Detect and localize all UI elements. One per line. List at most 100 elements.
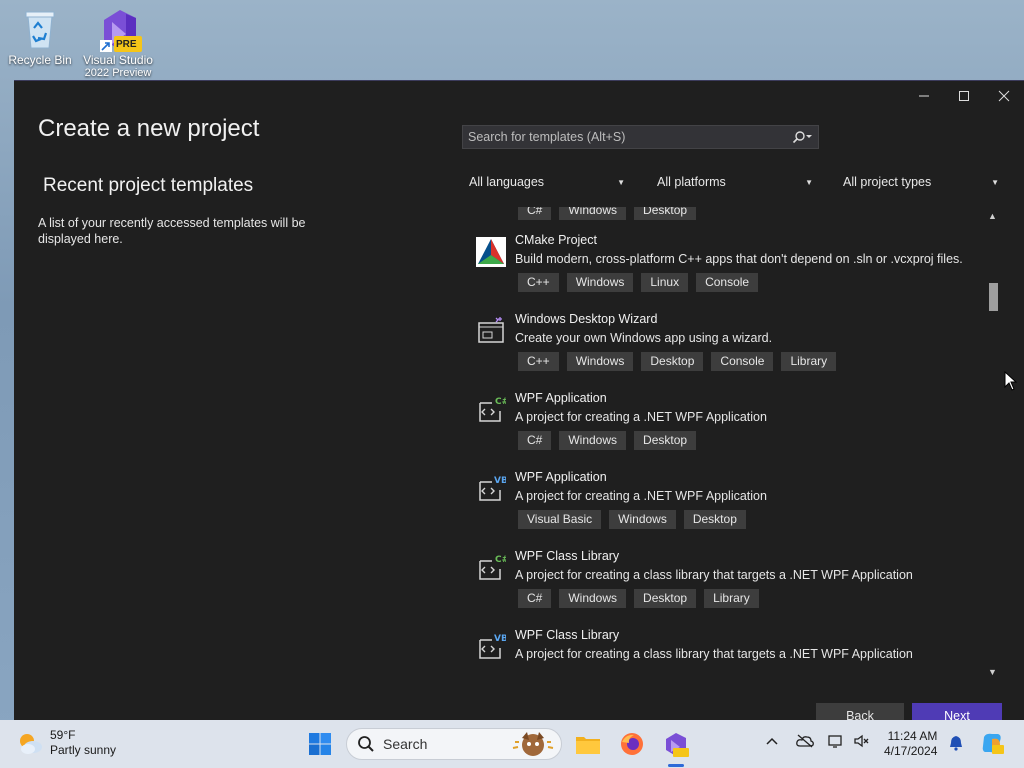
wpf-csharp-icon: C# <box>476 553 509 583</box>
mouse-cursor-icon <box>1004 371 1018 391</box>
system-clock[interactable]: 11:24 AM 4/17/2024 <box>884 729 937 759</box>
visual-studio-icon <box>666 733 689 757</box>
clock-date: 4/17/2024 <box>884 744 938 758</box>
cmake-icon <box>476 237 506 267</box>
notification-bell-icon[interactable] <box>948 735 964 754</box>
language-filter-value: All languages <box>469 175 545 189</box>
template-badge: VB <box>494 634 506 644</box>
onedrive-offline-icon[interactable] <box>796 734 814 751</box>
template-tags: C++ Windows Linux Console <box>518 273 759 292</box>
template-tag: Desktop <box>634 431 697 450</box>
recycle-bin-icon <box>20 6 60 50</box>
template-name: WPF Class Library <box>515 628 620 642</box>
template-tags: Visual Basic Windows Desktop <box>518 510 746 529</box>
template-item-wpf-class-library-csharp[interactable]: C# WPF Class Library A project for creat… <box>462 549 992 628</box>
start-button[interactable] <box>308 732 332 756</box>
language-filter-dropdown[interactable]: All languages ▼ <box>462 171 632 193</box>
template-tag: Linux <box>641 273 689 292</box>
template-item-windows-desktop-wizard[interactable]: Windows Desktop Wizard Create your own W… <box>462 312 992 391</box>
template-name: WPF Class Library <box>515 549 620 563</box>
volume-muted-icon[interactable] <box>854 734 870 751</box>
weather-widget[interactable]: 59°F Partly sunny <box>16 728 116 758</box>
taskbar-search-box[interactable]: Search <box>346 728 562 760</box>
template-tag: Console <box>711 352 774 371</box>
firefox-taskbar-button[interactable] <box>618 730 646 758</box>
chevron-up-icon[interactable] <box>766 734 778 749</box>
template-description: Build modern, cross-platform C++ apps th… <box>515 252 963 266</box>
recent-templates-heading: Recent project templates <box>43 175 254 196</box>
copilot-icon[interactable] <box>980 731 1004 758</box>
folder-icon <box>576 737 600 754</box>
template-list-scrollbar[interactable]: ▲ ▼ <box>984 209 1002 677</box>
visual-studio-label-2: 2022 Preview <box>84 67 152 79</box>
template-tag: Desktop <box>641 352 704 371</box>
page-title: Create a new project <box>38 115 260 142</box>
partly-sunny-icon <box>20 734 42 754</box>
recycle-bin-desktop-icon[interactable]: Recycle Bin <box>2 6 78 67</box>
chevron-down-icon: ▼ <box>991 177 999 187</box>
template-tag: Console <box>696 273 759 292</box>
windows-logo-icon <box>309 733 331 755</box>
visual-studio-desktop-icon[interactable]: PRE Visual Studio 2022 Preview <box>80 6 156 79</box>
minimize-icon <box>919 95 929 97</box>
template-tag: Library <box>781 352 837 371</box>
template-search-input[interactable] <box>463 130 788 144</box>
template-tag: C++ <box>518 352 559 371</box>
template-item-wpf-application-vb[interactable]: VB WPF Application A project for creatin… <box>462 470 992 549</box>
pre-badge: PRE <box>116 39 137 50</box>
template-tag: C++ <box>518 273 559 292</box>
template-description: A project for creating a .NET WPF Applic… <box>515 489 767 503</box>
network-icon[interactable] <box>828 734 844 751</box>
project-type-filter-dropdown[interactable]: All project types ▼ <box>836 171 1006 193</box>
template-tag: C# <box>518 431 552 450</box>
search-dropdown-icon[interactable] <box>788 130 818 144</box>
template-tag: Windows <box>566 273 634 292</box>
scroll-up-arrow-icon[interactable]: ▲ <box>988 211 997 221</box>
template-tag: Windows <box>559 431 627 450</box>
template-tags: C# Windows Desktop <box>518 431 697 450</box>
template-tag: Windows <box>559 207 627 220</box>
taskbar-search-label: Search <box>383 736 428 752</box>
file-explorer-taskbar-button[interactable] <box>574 730 602 758</box>
chevron-down-icon: ▼ <box>805 177 813 187</box>
close-button[interactable] <box>984 81 1024 111</box>
template-item-wpf-application-csharp[interactable]: C# WPF Application A project for creatin… <box>462 391 992 470</box>
firefox-icon <box>621 733 643 755</box>
wpf-csharp-icon: C# <box>476 395 509 425</box>
template-description: Create your own Windows app using a wiza… <box>515 331 773 345</box>
platform-filter-value: All platforms <box>657 175 726 189</box>
template-tag: Desktop <box>683 510 746 529</box>
active-app-indicator <box>668 764 684 767</box>
minimize-button[interactable] <box>904 81 944 111</box>
create-project-window: Create a new project Recent project temp… <box>14 80 1024 723</box>
maximize-icon <box>959 91 969 101</box>
template-tag: Windows <box>609 510 676 529</box>
visual-studio-taskbar-button[interactable] <box>662 730 690 758</box>
template-item-wpf-class-library-vb[interactable]: VB WPF Class Library A project for creat… <box>462 628 992 677</box>
window-controls <box>904 81 1024 111</box>
template-tag: Desktop <box>634 207 697 220</box>
template-item-cmake-project[interactable]: CMake Project Build modern, cross-platfo… <box>462 233 992 312</box>
visual-studio-icon: PRE <box>98 6 142 52</box>
search-highlight-icon <box>512 732 554 756</box>
template-description: A project for creating a class library t… <box>515 568 913 582</box>
maximize-button[interactable] <box>944 81 984 111</box>
clock-time: 11:24 AM <box>887 729 938 743</box>
template-tag: Library <box>704 589 759 608</box>
template-name: WPF Application <box>515 391 607 405</box>
wpf-vb-icon: VB <box>476 474 508 504</box>
template-list: C# Windows Desktop CMake Project Build m… <box>462 207 1002 677</box>
partial-template-tags: C# Windows Desktop <box>518 207 697 220</box>
template-tag: Visual Basic <box>518 510 602 529</box>
template-badge: C# <box>495 555 506 565</box>
scroll-down-arrow-icon[interactable]: ▼ <box>988 667 997 677</box>
scrollbar-thumb[interactable] <box>989 283 998 311</box>
template-tag: C# <box>518 207 552 220</box>
platform-filter-dropdown[interactable]: All platforms ▼ <box>650 171 820 193</box>
template-tags: C# Windows Desktop Library <box>518 589 759 608</box>
template-search-box[interactable] <box>462 125 819 149</box>
template-name: Windows Desktop Wizard <box>515 312 658 326</box>
search-icon <box>358 736 374 752</box>
project-type-filter-value: All project types <box>843 175 932 189</box>
template-description: A project for creating a .NET WPF Applic… <box>515 410 767 424</box>
